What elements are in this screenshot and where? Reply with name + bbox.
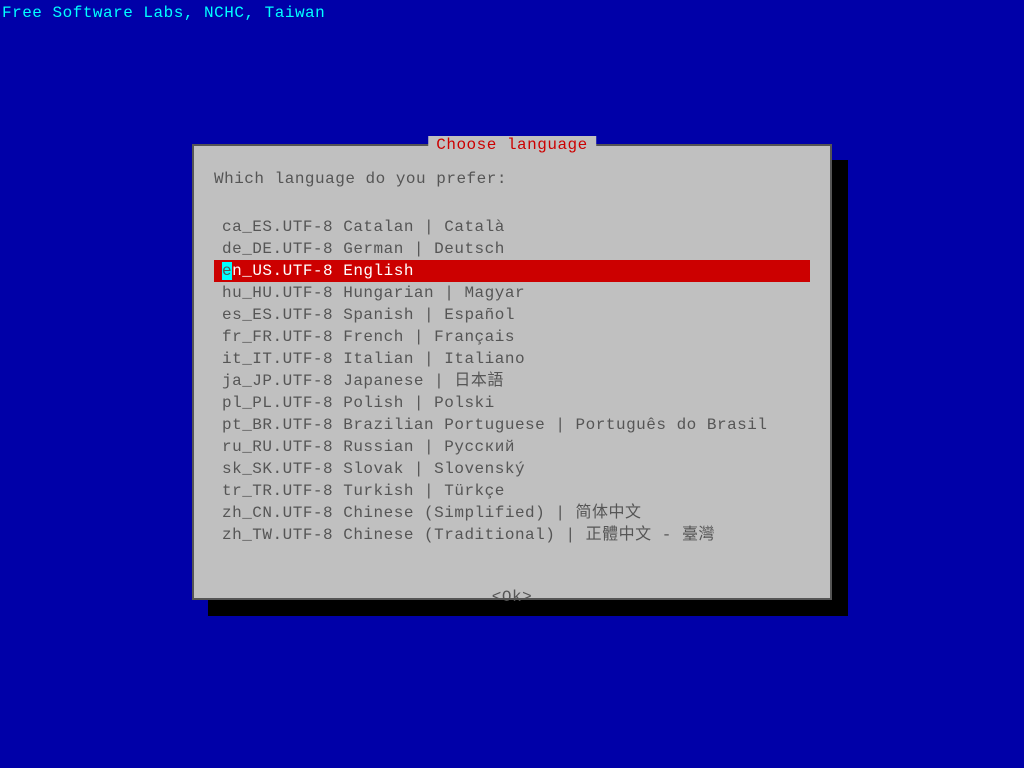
language-item[interactable]: zh_CN.UTF-8 Chinese (Simplified) | 简体中文 (214, 502, 810, 524)
language-item[interactable]: hu_HU.UTF-8 Hungarian | Magyar (214, 282, 810, 304)
language-dialog: Choose language Which language do you pr… (192, 144, 832, 600)
language-item[interactable]: de_DE.UTF-8 German | Deutsch (214, 238, 810, 260)
language-item[interactable]: ja_JP.UTF-8 Japanese | 日本語 (214, 370, 810, 392)
header-text: Free Software Labs, NCHC, Taiwan (2, 4, 325, 22)
language-item[interactable]: sk_SK.UTF-8 Slovak | Slovenský (214, 458, 810, 480)
language-item[interactable]: it_IT.UTF-8 Italian | Italiano (214, 348, 810, 370)
language-item[interactable]: pl_PL.UTF-8 Polish | Polski (214, 392, 810, 414)
language-list: ca_ES.UTF-8 Catalan | Catalàde_DE.UTF-8 … (194, 216, 830, 546)
language-item[interactable]: es_ES.UTF-8 Spanish | Español (214, 304, 810, 326)
language-item[interactable]: pt_BR.UTF-8 Brazilian Portuguese | Portu… (214, 414, 810, 436)
language-item[interactable]: en_US.UTF-8 English (214, 260, 810, 282)
language-item[interactable]: ru_RU.UTF-8 Russian | Русский (214, 436, 810, 458)
ok-button[interactable]: <Ok> (194, 588, 830, 606)
language-item[interactable]: tr_TR.UTF-8 Turkish | Türkçe (214, 480, 810, 502)
language-item[interactable]: zh_TW.UTF-8 Chinese (Traditional) | 正體中文… (214, 524, 810, 546)
dialog-title: Choose language (428, 136, 596, 154)
language-item[interactable]: fr_FR.UTF-8 French | Français (214, 326, 810, 348)
language-item[interactable]: ca_ES.UTF-8 Catalan | Català (214, 216, 810, 238)
